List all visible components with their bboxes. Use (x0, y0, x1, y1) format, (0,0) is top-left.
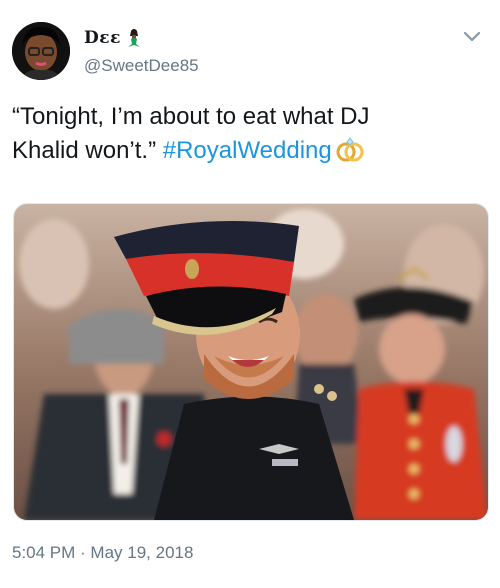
display-name[interactable]: Dεε (84, 28, 121, 48)
avatar[interactable] (12, 22, 70, 80)
photo-image (14, 204, 488, 520)
avatar-photo-icon (12, 22, 70, 80)
hashtag-link[interactable]: #RoyalWedding (163, 137, 332, 164)
mermaid-emoji-icon (127, 29, 140, 47)
chevron-down-icon[interactable] (462, 30, 482, 44)
tweet-text-line2: Khalid won’t.” (12, 137, 163, 164)
tweet-photo[interactable] (13, 203, 489, 521)
author-name-row[interactable]: Dεε (84, 28, 143, 48)
rings-icon (336, 137, 364, 162)
tweet-text-line1: “Tonight, I’m about to eat what DJ (12, 103, 370, 130)
tweet-card: Dεε @SweetDee85 “Tonight, I’m about to e… (0, 0, 500, 588)
tweet-text: “Tonight, I’m about to eat what DJ Khalid… (12, 100, 482, 168)
author-handle[interactable]: @SweetDee85 (84, 56, 199, 76)
tweet-timestamp[interactable]: 5:04 PM · May 19, 2018 (12, 543, 193, 563)
